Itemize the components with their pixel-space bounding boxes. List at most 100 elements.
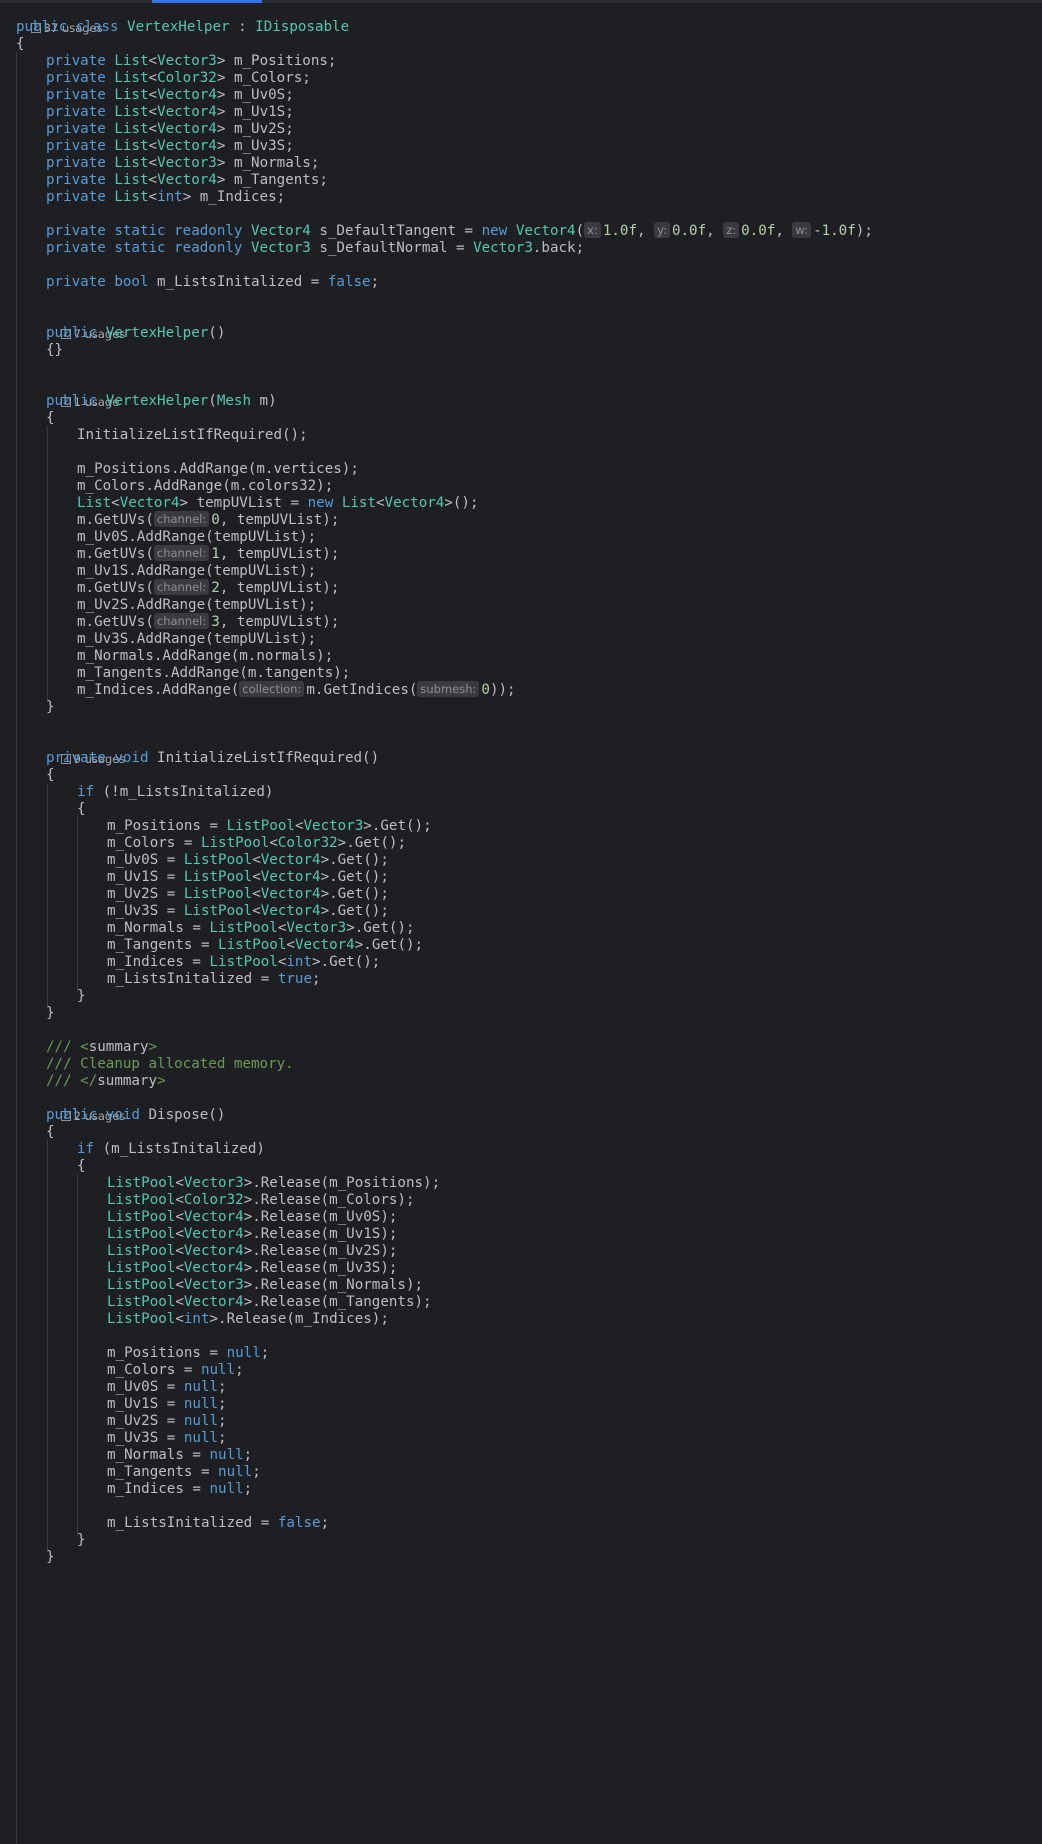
code-line[interactable]: } (0, 1547, 1042, 1567)
code-token: -1.0f (813, 223, 856, 239)
code-token: Vector4 (183, 1226, 244, 1242)
code-line[interactable]: ListPool<int>.Release(m_Indices); (0, 1309, 1042, 1329)
code-token: /// (46, 1039, 81, 1055)
code-token: m_Colors.AddRange(m.colors32); (77, 478, 334, 494)
code-token: m_Tangents.AddRange(m.tangents); (77, 665, 351, 681)
code-token: m_Positions.AddRange(m.vertices); (77, 461, 359, 477)
code-token: ListPool (107, 1192, 176, 1208)
code-token: >.Release(m_Normals); (243, 1277, 424, 1293)
code-token: Vector3 (183, 1175, 244, 1191)
code-token: s_DefaultNormal = (310, 240, 474, 256)
code-line-content: InitializeListIfRequired(); (77, 425, 308, 445)
code-line-content: private List<int> m_Indices; (46, 187, 285, 207)
code-token: > m_Positions; (216, 53, 337, 69)
code-token: < (80, 1039, 89, 1055)
code-token: Vector4 (260, 852, 321, 868)
code-line[interactable]: } (0, 697, 1042, 717)
code-line[interactable]: private bool m_ListsInitalized = false; (0, 272, 1042, 292)
code-token: private (46, 189, 115, 205)
code-token: m_Indices = (107, 954, 210, 970)
code-token: ListPool (183, 852, 253, 868)
code-token: < (148, 87, 158, 103)
code-token: > tempUVList = (179, 495, 308, 511)
code-token: List (114, 104, 149, 120)
code-token: private (46, 70, 115, 86)
code-line[interactable]: m_Indices = null; (0, 1479, 1042, 1499)
code-token: InitializeListIfRequired() (157, 750, 380, 766)
code-token: < (252, 903, 261, 919)
code-token: < (175, 1311, 184, 1327)
code-token: >.Release(m_Uv3S); (243, 1260, 398, 1276)
code-line-content: } (46, 1547, 55, 1567)
code-token: int (183, 1311, 210, 1327)
code-token: m_Tangents = (107, 1464, 219, 1480)
code-token: < (252, 886, 261, 902)
code-token: private (46, 138, 115, 154)
code-token: m_Indices.AddRange( (77, 682, 240, 698)
code-token: new (307, 495, 342, 511)
code-token: ListPool (209, 920, 278, 936)
code-token: > m_Uv2S; (216, 121, 294, 137)
code-token: int (286, 954, 313, 970)
code-token: ; (243, 1481, 253, 1497)
code-editor[interactable]: 37 usages 7 usages 1 usage 9 usages 2 us… (0, 0, 1042, 1844)
code-line[interactable]: } (0, 1003, 1042, 1023)
code-token: ListPool (200, 835, 270, 851)
code-token: public void (46, 1107, 149, 1123)
code-line[interactable]: private List<int> m_Indices; (0, 187, 1042, 207)
code-token: >.Get(); (337, 835, 406, 851)
code-token: { (77, 801, 86, 817)
code-token: : (229, 19, 256, 35)
code-token: >.Release(m_Tangents); (243, 1294, 432, 1310)
code-token: m_Tangents = (107, 937, 219, 953)
code-token: >.Release(m_Indices); (209, 1311, 389, 1327)
code-token: ; (260, 1345, 270, 1361)
code-line[interactable]: {} (0, 340, 1042, 360)
code-token: ( (208, 393, 217, 409)
code-token: true (277, 971, 313, 987)
code-token: ListPool (218, 937, 287, 953)
code-token: </ (80, 1073, 98, 1089)
code-token: m) (251, 393, 277, 409)
code-token: new (481, 223, 516, 239)
code-token: 1 (211, 546, 220, 562)
code-token: List (114, 189, 149, 205)
code-token: < (148, 70, 158, 86)
code-token: ; (235, 1362, 244, 1378)
code-token: Vector4 (260, 869, 321, 885)
code-token: < (175, 1243, 184, 1259)
code-token: >.Release(m_Uv2S); (243, 1243, 398, 1259)
code-token: ListPool (209, 954, 278, 970)
code-token: Vector3 (286, 920, 347, 936)
code-token: { (46, 767, 55, 783)
code-token: Mesh (216, 393, 252, 409)
code-token: } (46, 1549, 55, 1565)
code-line[interactable]: /// </summary> (0, 1071, 1042, 1091)
code-token: s_DefaultTangent = (310, 223, 482, 239)
code-token: ListPool (107, 1277, 176, 1293)
code-token: < (269, 835, 278, 851)
code-token: m_ListsInitalized = (107, 1515, 278, 1531)
code-token: m_Uv0S = (107, 1379, 184, 1395)
code-token: List (114, 53, 149, 69)
code-token: > m_Uv0S; (216, 87, 294, 103)
code-line[interactable]: InitializeListIfRequired(); (0, 425, 1042, 445)
code-token: < (175, 1226, 184, 1242)
code-token: m_Uv0S = (107, 852, 184, 868)
code-line[interactable]: private static readonly Vector3 s_Defaul… (0, 238, 1042, 258)
code-token: false (327, 274, 371, 290)
code-token: , (637, 223, 655, 239)
code-token: >.Get(); (346, 920, 415, 936)
code-token: null (209, 1447, 244, 1463)
code-token: ; (243, 1447, 253, 1463)
code-token: < (175, 1260, 184, 1276)
code-token: > m_Uv3S; (216, 138, 294, 154)
code-token: private (46, 155, 115, 171)
parameter-hint: submesh: (417, 681, 480, 697)
code-token: m_Normals = (107, 920, 210, 936)
code-token: private bool (46, 274, 158, 290)
code-token: ListPool (107, 1260, 176, 1276)
code-token: List (341, 495, 376, 511)
code-token: m_Uv0S.AddRange(tempUVList); (77, 529, 317, 545)
code-token: < (175, 1209, 184, 1225)
